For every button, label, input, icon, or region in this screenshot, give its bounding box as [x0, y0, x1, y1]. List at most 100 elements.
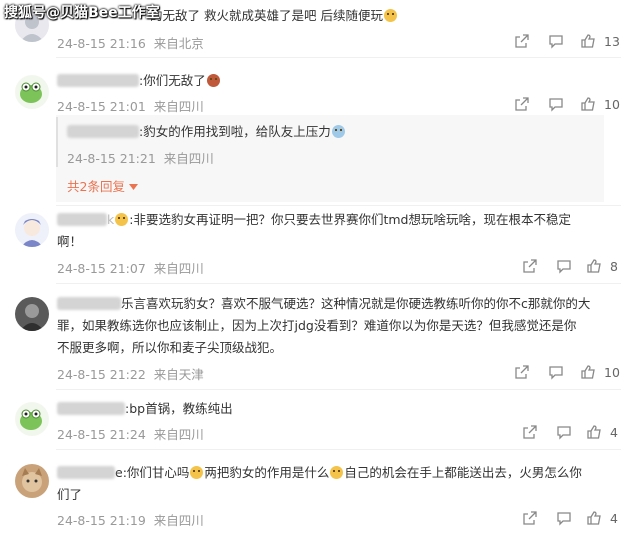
username-blurred[interactable]	[57, 402, 125, 415]
share-button[interactable]	[522, 510, 538, 526]
share-icon	[515, 97, 529, 111]
avatar[interactable]	[15, 402, 49, 436]
divider	[56, 449, 621, 450]
comment-icon	[549, 366, 563, 380]
share-button[interactable]	[514, 364, 530, 380]
comment-location: 来自天津	[153, 367, 204, 382]
comment-time: 24-8-15 21:24	[57, 427, 146, 442]
reply-location: 来自四川	[163, 151, 214, 166]
comment-button[interactable]	[556, 258, 572, 274]
comment-meta: 24-8-15 21:07 来自四川	[57, 258, 204, 277]
comment-meta: 24-8-15 21:22 来自天津	[57, 364, 204, 383]
emoji-icon	[383, 9, 397, 22]
comment-location: 来自四川	[153, 427, 204, 442]
username-blurred[interactable]	[67, 125, 139, 138]
username-blurred[interactable]	[57, 297, 121, 310]
comment-time: 24-8-15 21:01	[57, 99, 146, 114]
like-icon	[587, 425, 601, 439]
avatar[interactable]	[15, 464, 49, 498]
share-icon	[523, 425, 537, 439]
like-button[interactable]: 8	[586, 258, 618, 274]
divider	[56, 57, 621, 58]
divider	[56, 205, 621, 206]
comment-icon	[557, 426, 571, 440]
comment-meta: 24-8-15 21:24 来自四川	[57, 424, 204, 443]
comment-button[interactable]	[548, 96, 564, 112]
watermark: 搜狐号@贝猫Bee工作室	[4, 5, 160, 21]
comment-icon	[557, 260, 571, 274]
reply-time: 24-8-15 21:21	[67, 151, 156, 166]
like-button[interactable]: 4	[586, 510, 618, 526]
avatar[interactable]	[15, 75, 49, 109]
avatar[interactable]	[15, 213, 49, 247]
emoji-icon	[330, 466, 344, 479]
comment-text: k:非要选豹女再证明一把？你只要去世界赛你们tmd想玩啥玩啥，现在根本不稳定	[57, 209, 571, 231]
username-blurred[interactable]	[57, 466, 115, 479]
share-button[interactable]	[522, 424, 538, 440]
comment-button[interactable]	[556, 510, 572, 526]
username-blurred[interactable]	[57, 74, 139, 87]
like-count: 4	[610, 424, 618, 440]
share-button[interactable]	[514, 96, 530, 112]
comment-text-line: 啊！	[57, 234, 83, 249]
reply-meta: 24-8-15 21:21 来自四川	[67, 148, 214, 167]
like-button[interactable]: 13	[580, 33, 620, 49]
share-icon	[515, 34, 529, 48]
like-icon	[587, 511, 601, 525]
like-icon	[581, 365, 595, 379]
comment-meta: 24-8-15 21:16 来自北京	[57, 33, 204, 52]
like-count: 13	[604, 33, 620, 49]
comment-icon	[557, 512, 571, 526]
like-count: 8	[610, 258, 618, 274]
emoji-icon	[190, 466, 204, 479]
emoji-icon	[331, 125, 345, 138]
comment-time: 24-8-15 21:22	[57, 367, 146, 382]
chevron-down-icon	[128, 184, 138, 190]
comment-button[interactable]	[548, 33, 564, 49]
reply-text: :豹女的作用找到啦，给队友上压力	[67, 121, 346, 143]
comment-text-line: 不服更多啊，所以你和麦子尖顶级战犯。	[57, 340, 283, 355]
like-icon	[587, 259, 601, 273]
username-blurred[interactable]	[57, 213, 107, 226]
comment-button[interactable]	[548, 364, 564, 380]
comment-time: 24-8-15 21:07	[57, 261, 146, 276]
comment-text-line: 们了	[57, 487, 83, 502]
comment-text-line: 罪，如果教练选你也应该制止，因为上次打jdg没看到？难道你以为你是天选？但我感觉…	[57, 318, 577, 333]
more-replies-link[interactable]: 共2条回复	[67, 176, 138, 195]
comment-text: 乐言喜欢玩豹女？喜欢不服气硬选？这种情况就是你硬选教练听你的你不c那就你的大	[57, 293, 590, 315]
share-icon	[515, 365, 529, 379]
comment-text: e:你们甘心吗 两把豹女的作用是什么 自己的机会在手上都能送出去，火男怎么你	[57, 462, 582, 484]
emoji-icon	[206, 74, 220, 87]
comment-meta: 24-8-15 21:19 来自四川	[57, 510, 204, 529]
comment-location: 来自四川	[153, 513, 204, 528]
comment-location: 来自四川	[153, 261, 204, 276]
comment-button[interactable]	[556, 424, 572, 440]
like-button[interactable]: 4	[586, 424, 618, 440]
like-count: 10	[604, 364, 620, 380]
like-count: 4	[610, 510, 618, 526]
comment-text: 的无敌了 救火就成英雄了是吧 后续随便玩	[150, 5, 398, 27]
like-icon	[581, 34, 595, 48]
like-icon	[581, 97, 595, 111]
like-count: 10	[604, 96, 620, 112]
share-button[interactable]	[514, 33, 530, 49]
share-button[interactable]	[522, 258, 538, 274]
reply-quote-bar	[56, 117, 58, 167]
comment-text: :bp首锅，教练纯出	[57, 398, 233, 420]
emoji-icon	[115, 213, 129, 226]
divider	[56, 283, 621, 284]
comment-meta: 24-8-15 21:01 来自四川	[57, 96, 204, 115]
comment-icon	[549, 35, 563, 49]
comment-location: 来自四川	[153, 99, 204, 114]
comment-time: 24-8-15 21:19	[57, 513, 146, 528]
share-icon	[523, 259, 537, 273]
like-button[interactable]: 10	[580, 364, 620, 380]
comment-text: :你们无敌了	[57, 70, 221, 92]
comment-time: 24-8-15 21:16	[57, 36, 146, 51]
like-button[interactable]: 10	[580, 96, 620, 112]
avatar[interactable]	[15, 297, 49, 331]
comment-location: 来自北京	[153, 36, 204, 51]
comment-icon	[549, 98, 563, 112]
share-icon	[523, 511, 537, 525]
divider	[56, 389, 621, 390]
